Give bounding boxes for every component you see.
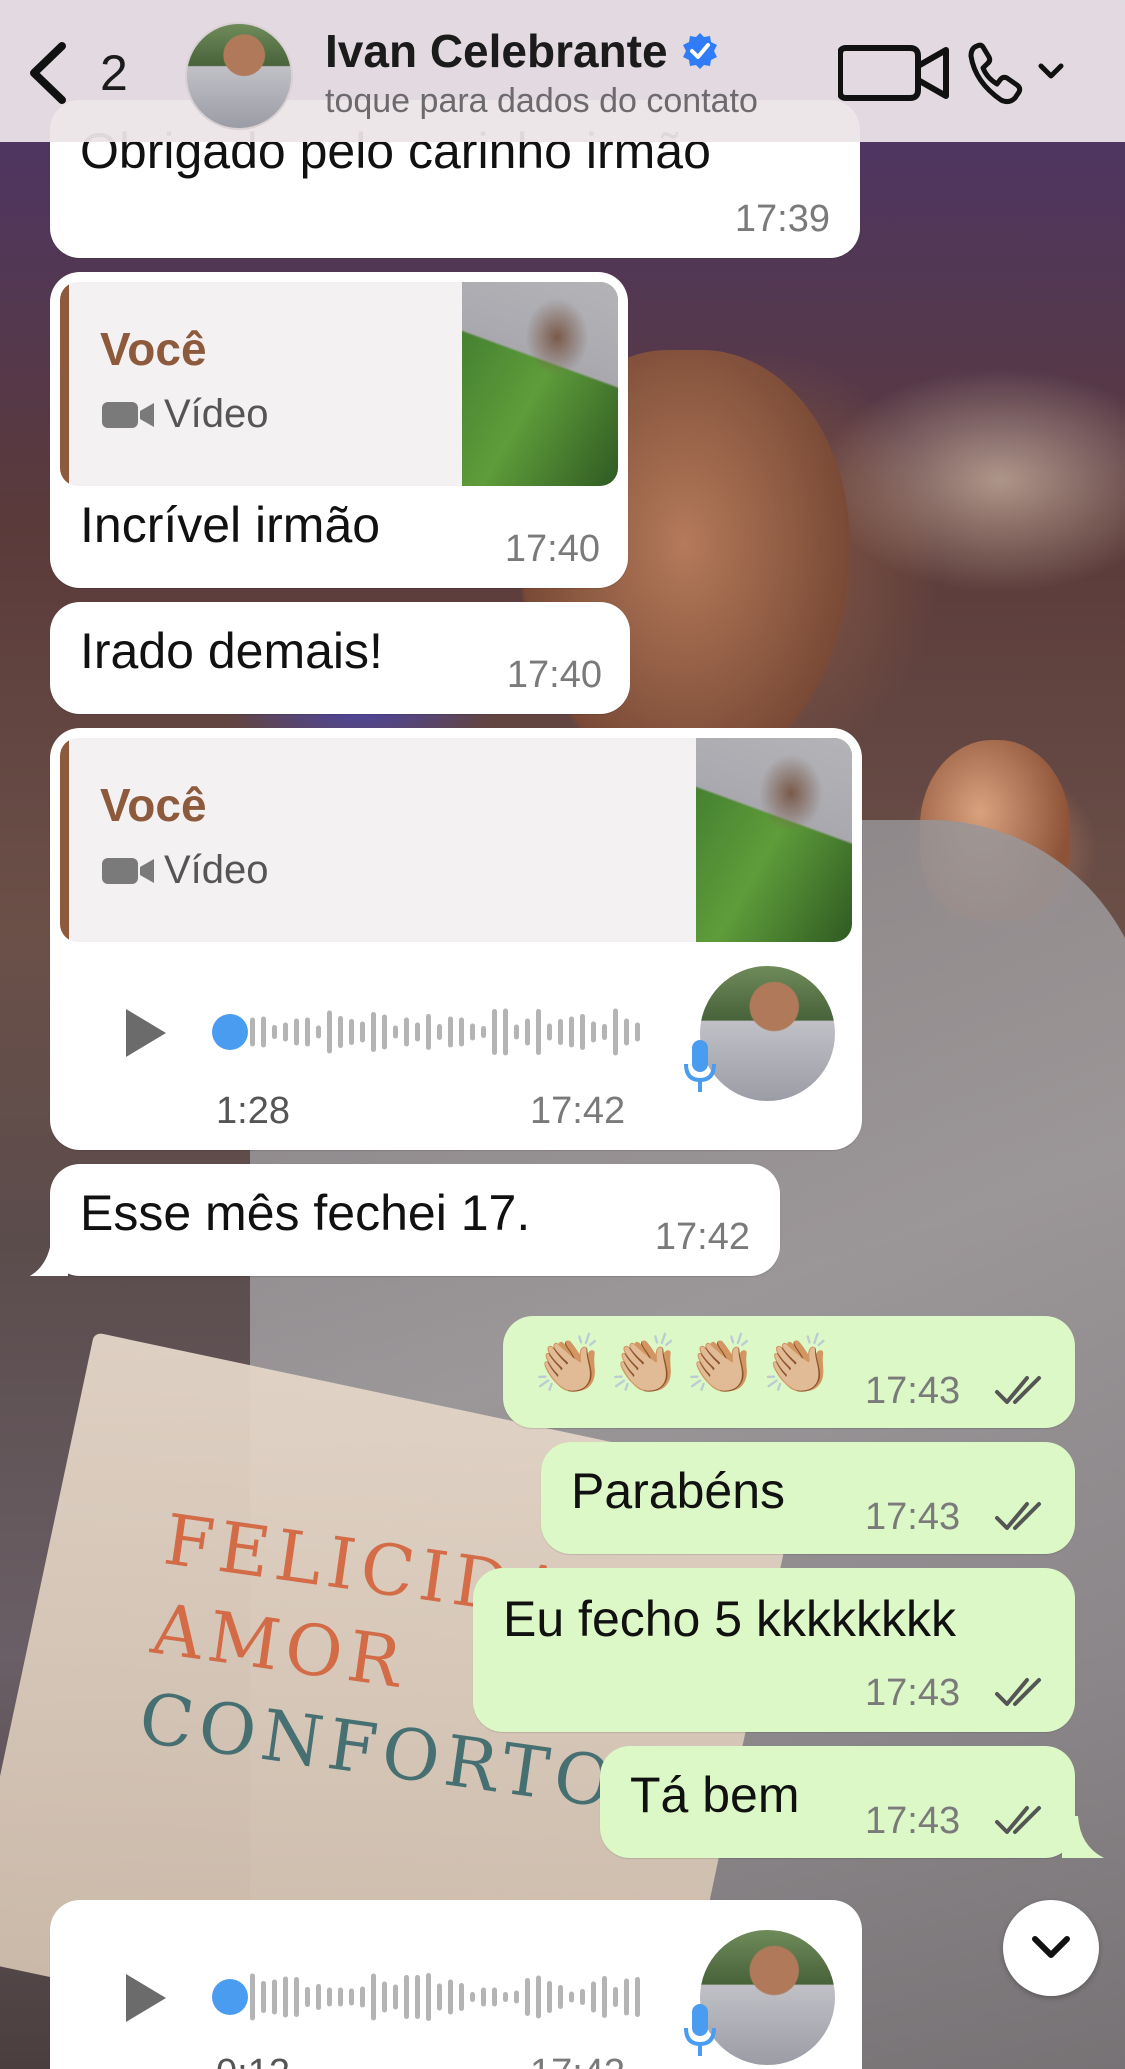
message-time: 17:42 <box>654 1216 750 1258</box>
message-bubble[interactable]: Esse mês fechei 17. 17:42 <box>50 1164 780 1276</box>
chevron-down-icon <box>1038 63 1064 79</box>
message-time: 17:43 <box>530 2052 625 2069</box>
message-time: 17:43 <box>865 1672 961 1714</box>
scroll-to-bottom-button[interactable] <box>1003 1900 1099 1996</box>
quote-type-label: Vídeo <box>164 848 269 892</box>
unread-count: 2 <box>100 45 128 101</box>
message-bubble[interactable]: 0:12 17:43 <box>50 1900 862 2069</box>
message-bubble[interactable]: Você Vídeo Incrível irmão 17:40 <box>50 272 628 588</box>
back-button[interactable]: 2 <box>24 38 144 108</box>
message-text: Esse mês fechei 17. <box>80 1185 531 1241</box>
sender-avatar <box>700 1930 835 2065</box>
message-time: 17:42 <box>530 1090 626 1132</box>
bubble-tail <box>1062 1816 1104 1858</box>
verified-badge-icon <box>682 33 717 69</box>
message-text: Tá bem <box>630 1767 800 1823</box>
quote-type-label: Vídeo <box>164 392 269 436</box>
video-thumbnail <box>696 738 852 942</box>
message-time: 17:40 <box>506 654 602 696</box>
message-text: 👏🏼👏🏼👏🏼👏🏼 <box>533 1330 838 1398</box>
bubble-tail <box>30 1234 68 1276</box>
quote-author: Você <box>100 779 207 831</box>
message-bubble[interactable]: Irado demais! 17:40 <box>50 602 630 714</box>
audio-duration: 1:28 <box>216 1090 290 1132</box>
video-call-icon[interactable] <box>838 38 958 108</box>
read-receipt-icon <box>995 1502 1041 1530</box>
quoted-message[interactable]: Você Vídeo <box>60 738 852 942</box>
message-bubble[interactable]: Você Vídeo 1:28 17:42 <box>50 728 862 1150</box>
message-time: 17:43 <box>865 1370 961 1412</box>
microphone-icon <box>684 2004 716 2056</box>
message-bubble-outgoing[interactable]: 👏🏼👏🏼👏🏼👏🏼 17:43 <box>503 1316 1075 1428</box>
microphone-icon <box>684 1040 716 1092</box>
message-time: 17:39 <box>734 198 830 240</box>
video-icon <box>102 857 154 884</box>
chevron-down-icon <box>1032 1936 1070 1958</box>
play-button[interactable] <box>120 1970 170 2026</box>
message-text: Irado demais! <box>80 623 383 679</box>
video-thumbnail <box>462 282 618 486</box>
audio-scrubber <box>212 1979 248 2015</box>
audio-waveform[interactable] <box>210 1007 640 1057</box>
message-time: 17:43 <box>865 1800 961 1842</box>
video-icon <box>102 401 154 428</box>
audio-duration: 0:12 <box>216 2052 290 2069</box>
contact-info[interactable]: Ivan Celebrante toque para dados do cont… <box>325 24 825 121</box>
contact-avatar[interactable] <box>185 22 293 130</box>
message-text: Parabéns <box>571 1463 786 1519</box>
read-receipt-icon <box>995 1678 1041 1706</box>
read-receipt-icon <box>995 1806 1041 1834</box>
play-button[interactable] <box>120 1005 170 1061</box>
sender-avatar <box>700 966 835 1101</box>
read-receipt-icon <box>995 1376 1041 1404</box>
message-text: Incrível irmão <box>80 497 381 553</box>
audio-waveform[interactable] <box>210 1972 640 2022</box>
message-text: Eu fecho 5 kkkkkkkk <box>503 1591 956 1647</box>
quoted-message[interactable]: Você Vídeo <box>60 282 618 486</box>
audio-scrubber <box>212 1014 248 1050</box>
message-bubble-outgoing[interactable]: Tá bem 17:43 <box>600 1746 1075 1858</box>
message-time: 17:40 <box>504 528 600 570</box>
back-chevron-icon <box>30 42 66 104</box>
chat-header: 2 Ivan Celebrante toque para dados do co… <box>0 0 1125 142</box>
message-time: 17:43 <box>865 1496 961 1538</box>
contact-name: Ivan Celebrante <box>325 25 668 77</box>
phone-icon[interactable] <box>965 38 1075 108</box>
message-bubble-outgoing[interactable]: Eu fecho 5 kkkkkkkk 17:43 <box>473 1568 1075 1732</box>
message-bubble-outgoing[interactable]: Parabéns 17:43 <box>541 1442 1075 1554</box>
quote-author: Você <box>100 323 207 375</box>
contact-subtitle: toque para dados do contato <box>325 82 758 120</box>
